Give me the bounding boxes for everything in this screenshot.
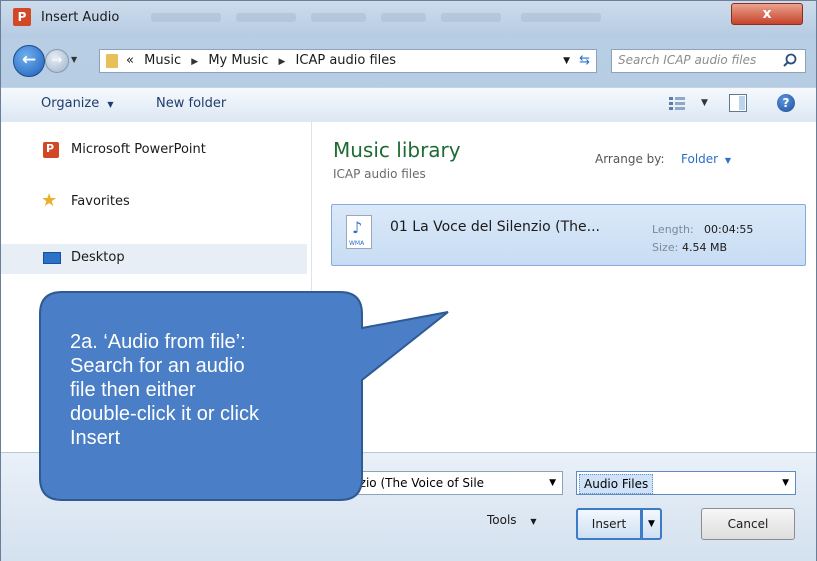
callout-line: Insert xyxy=(70,427,121,449)
change-view-icon[interactable] xyxy=(669,96,685,110)
chevron-down-icon[interactable]: ▼ xyxy=(782,472,789,494)
file-item[interactable]: 01 La Voce del Silenzio (The... Length: … xyxy=(331,204,806,266)
arrange-by-value: Folder xyxy=(681,152,719,166)
title-blur xyxy=(441,13,501,22)
chevron-down-icon: ▼ xyxy=(107,100,114,109)
chevron-down-icon: ▼ xyxy=(724,156,732,165)
insert-button[interactable]: Insert xyxy=(576,508,642,540)
library-subtitle: ICAP audio files xyxy=(333,167,426,181)
title-blur xyxy=(151,13,221,22)
dialog-footer: ilenzio (The Voice of Sile ▼ Audio Files… xyxy=(1,452,816,561)
back-button[interactable]: ← xyxy=(13,45,45,77)
breadcrumb-item-music[interactable]: Music xyxy=(144,53,181,68)
file-size-value: 4.54 MB xyxy=(682,241,728,254)
view-dropdown-icon[interactable]: ▼ xyxy=(701,98,708,108)
close-button[interactable]: x xyxy=(731,3,803,25)
file-name-value: ilenzio (The Voice of Sile xyxy=(338,476,485,490)
refresh-icon[interactable]: ⇆ xyxy=(579,50,590,72)
callout-line: file then either xyxy=(70,379,196,401)
file-length-label: Length: xyxy=(652,223,694,236)
search-input[interactable] xyxy=(618,53,778,67)
file-type-select[interactable]: Audio Files ▼ xyxy=(576,471,796,495)
forward-button[interactable]: → xyxy=(45,49,69,73)
file-length-value: 00:04:55 xyxy=(704,223,754,236)
command-toolbar: Organize ▼ New folder ▼ ? xyxy=(1,87,816,123)
sidebar-item-desktop[interactable]: Desktop xyxy=(1,244,307,274)
breadcrumb-separator-icon[interactable]: ▶ xyxy=(191,57,198,67)
new-folder-button[interactable]: New folder xyxy=(156,96,226,111)
organize-menu[interactable]: Organize ▼ xyxy=(41,96,114,111)
breadcrumb-item-icap-audio-files[interactable]: ICAP audio files xyxy=(296,53,397,68)
sidebar-item-label: Desktop xyxy=(71,250,125,265)
tools-menu[interactable]: Tools ▼ xyxy=(487,513,537,527)
tools-label: Tools xyxy=(487,513,517,527)
callout-line: Search for an audio xyxy=(70,355,245,377)
callout-line: 2a. ‘Audio from file’: xyxy=(70,331,246,353)
desktop-icon xyxy=(43,252,61,264)
audio-file-icon xyxy=(346,215,372,249)
address-bar[interactable]: « Music ▶ My Music ▶ ICAP audio files ▼ … xyxy=(99,49,597,73)
address-dropdown-icon[interactable]: ▼ xyxy=(563,50,570,72)
title-blur xyxy=(521,13,601,22)
title-blur xyxy=(311,13,366,22)
chevron-down-icon: ▼ xyxy=(530,517,537,526)
sidebar-item-label: Favorites xyxy=(71,194,130,209)
file-name: 01 La Voce del Silenzio (The... xyxy=(390,219,601,235)
sidebar-item-favorites[interactable]: ★ Favorites xyxy=(1,188,307,218)
arrange-by-dropdown[interactable]: Folder ▼ xyxy=(681,152,731,166)
title-blur xyxy=(381,13,426,22)
powerpoint-icon xyxy=(43,142,59,158)
file-name-input[interactable]: ilenzio (The Voice of Sile ▼ xyxy=(331,471,563,495)
sidebar-item-microsoft-powerpoint[interactable]: Microsoft PowerPoint xyxy=(1,136,307,166)
chevron-down-icon[interactable]: ▼ xyxy=(549,472,556,494)
window-title: Insert Audio xyxy=(41,10,120,25)
star-icon: ★ xyxy=(41,190,58,211)
arrange-by-label: Arrange by: xyxy=(595,152,665,166)
breadcrumb: « Music ▶ My Music ▶ ICAP audio files xyxy=(126,50,396,73)
insert-options-dropdown-icon[interactable]: ▼ xyxy=(642,508,662,540)
library-title: Music library xyxy=(333,138,461,162)
navigation-bar: ← → ▼ « Music ▶ My Music ▶ ICAP audio fi… xyxy=(1,39,816,83)
recent-pages-dropdown-icon[interactable]: ▼ xyxy=(71,55,77,64)
powerpoint-app-icon: P xyxy=(13,8,31,26)
cancel-button[interactable]: Cancel xyxy=(701,508,795,540)
sidebar-item-label: Microsoft PowerPoint xyxy=(71,142,206,157)
breadcrumb-item-my-music[interactable]: My Music xyxy=(208,53,268,68)
help-icon[interactable]: ? xyxy=(777,94,795,112)
folder-icon xyxy=(106,54,118,68)
callout-line: double-click it or click xyxy=(70,403,259,425)
title-bar[interactable]: P Insert Audio x xyxy=(1,1,816,37)
callout-text: 2a. ‘Audio from file’: Search for an aud… xyxy=(70,330,350,450)
organize-label: Organize xyxy=(41,96,100,111)
preview-pane-icon[interactable] xyxy=(729,94,747,112)
breadcrumb-separator-icon[interactable]: ▶ xyxy=(278,57,285,67)
search-icon[interactable] xyxy=(781,52,799,70)
search-box[interactable] xyxy=(611,49,806,73)
title-blur xyxy=(236,13,296,22)
file-size-label: Size: xyxy=(652,241,679,254)
insert-audio-dialog: P Insert Audio x ← → ▼ « Music ▶ My Musi… xyxy=(0,0,817,561)
file-type-value: Audio Files xyxy=(579,474,654,494)
breadcrumb-overflow[interactable]: « xyxy=(126,53,134,68)
